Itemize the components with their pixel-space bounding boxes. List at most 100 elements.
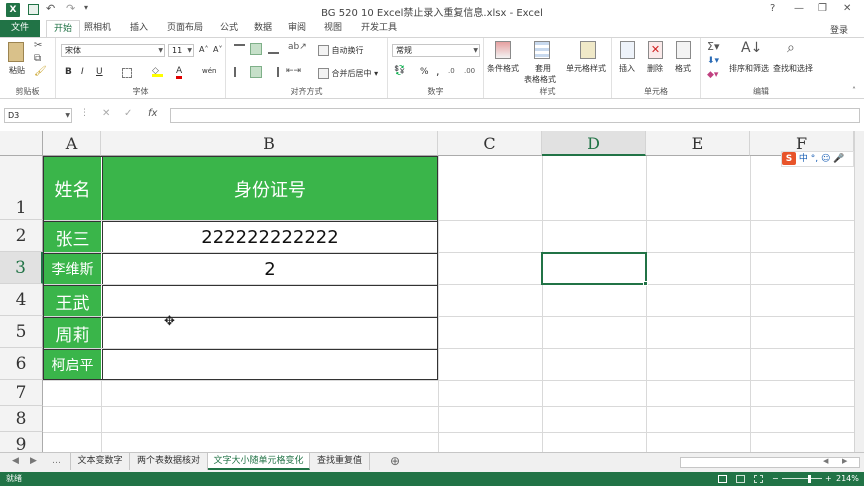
format-painter-icon[interactable]: 🖌 xyxy=(34,66,47,77)
bold-button[interactable]: B xyxy=(65,67,72,77)
id-cell[interactable]: 2 xyxy=(102,253,437,284)
font-size-select[interactable]: 11 ▼ xyxy=(168,44,194,57)
column-header-c[interactable]: C xyxy=(438,131,542,156)
increase-decimal-icon[interactable]: .0 xyxy=(448,67,455,75)
sign-in-link[interactable]: 登录 xyxy=(830,23,848,36)
paste-button[interactable]: 粘贴 xyxy=(9,65,25,76)
fill-icon[interactable]: ⬇▾ xyxy=(707,56,719,66)
undo-icon[interactable]: ↶ xyxy=(46,2,55,15)
format-table-button-line2[interactable]: 表格格式 xyxy=(524,74,556,85)
tab-review[interactable]: 审阅 xyxy=(284,20,310,37)
font-color-button[interactable]: A xyxy=(176,66,183,79)
tab-view[interactable]: 视图 xyxy=(320,20,346,37)
name-cell[interactable]: 周莉 xyxy=(44,317,101,348)
redo-icon[interactable]: ↷ xyxy=(66,2,75,15)
name-cell[interactable]: 李维斯 xyxy=(44,253,101,284)
font-name-select[interactable]: 宋体 ▼ xyxy=(61,44,165,57)
column-header-d[interactable]: D xyxy=(542,131,646,156)
sheet-tab[interactable]: 查找重复值 xyxy=(310,453,370,470)
id-cell[interactable] xyxy=(102,317,437,348)
italic-button[interactable]: I xyxy=(81,67,84,77)
currency-icon[interactable]: 💱 xyxy=(394,66,405,76)
name-box[interactable]: D3 ▼ xyxy=(4,108,72,123)
cell-styles-button[interactable]: 单元格样式 xyxy=(566,63,606,74)
merge-center-button[interactable]: 合并后居中 ▾ xyxy=(318,68,378,79)
insert-cells-button[interactable]: 插入 xyxy=(619,63,635,74)
paste-icon[interactable] xyxy=(8,42,24,62)
underline-button[interactable]: U xyxy=(96,67,103,77)
fill-handle[interactable] xyxy=(643,281,648,286)
ime-emoji-icon[interactable]: ☺ xyxy=(821,154,830,164)
name-cell[interactable]: 张三 xyxy=(44,221,101,252)
sheet-tab-active[interactable]: 文字大小随单元格变化 xyxy=(208,453,310,470)
orientation-icon[interactable]: ab↗ xyxy=(288,42,307,52)
collapse-ribbon-icon[interactable]: ˄ xyxy=(852,86,856,95)
align-left-icon[interactable] xyxy=(234,67,245,77)
decrease-decimal-icon[interactable]: .00 xyxy=(464,67,475,75)
scroll-right-icon[interactable]: ▶ xyxy=(842,457,847,465)
page-layout-view-icon[interactable] xyxy=(736,475,745,483)
tab-developer[interactable]: 开发工具 xyxy=(357,20,401,37)
confirm-entry-icon[interactable]: ✓ xyxy=(124,108,132,119)
comma-button[interactable]: , xyxy=(436,65,440,78)
id-cell[interactable]: 222222222222 xyxy=(102,221,437,252)
tab-home[interactable]: 开始 xyxy=(46,20,80,37)
row-header-9[interactable]: 9 xyxy=(0,432,43,452)
row-header-4[interactable]: 4 xyxy=(0,284,43,316)
restore-button[interactable]: ❐ xyxy=(818,3,827,14)
align-center-icon[interactable] xyxy=(250,66,262,78)
copy-icon[interactable]: ⧉ xyxy=(34,53,41,64)
zoom-slider[interactable] xyxy=(782,478,822,479)
name-cell[interactable]: 柯启平 xyxy=(44,349,101,379)
help-button[interactable]: ? xyxy=(770,3,775,14)
number-format-select[interactable]: 常规 ▼ xyxy=(392,44,480,57)
save-icon[interactable] xyxy=(28,4,39,15)
normal-view-icon[interactable] xyxy=(718,475,727,483)
phonetic-button[interactable]: wén xyxy=(202,67,216,75)
format-table-button[interactable]: 套用 xyxy=(535,63,551,74)
align-right-icon[interactable] xyxy=(268,67,279,77)
sheet-tab[interactable]: 文本变数字 xyxy=(70,453,130,470)
row-header-6[interactable]: 6 xyxy=(0,348,43,380)
cancel-entry-icon[interactable]: ✕ xyxy=(102,108,110,119)
cut-icon[interactable]: ✂ xyxy=(34,40,42,51)
row-header-7[interactable]: 7 xyxy=(0,380,43,406)
delete-cells-icon[interactable]: ✕ xyxy=(648,41,663,59)
tab-formulas[interactable]: 公式 xyxy=(216,20,242,37)
horizontal-scrollbar[interactable] xyxy=(680,457,860,468)
tab-custom-label[interactable]: 照相机 xyxy=(84,20,111,37)
row-header-2[interactable]: 2 xyxy=(0,220,43,252)
percent-button[interactable]: % xyxy=(420,67,429,77)
wrap-text-button[interactable]: 自动换行 xyxy=(318,45,364,56)
autosum-icon[interactable]: Σ▾ xyxy=(707,40,719,53)
column-header-e[interactable]: E xyxy=(646,131,750,156)
vertical-scrollbar[interactable] xyxy=(854,131,864,452)
align-bottom-icon[interactable] xyxy=(268,44,279,54)
header-cell-name[interactable]: 姓名 xyxy=(44,157,101,220)
conditional-format-icon[interactable] xyxy=(495,41,511,59)
delete-cells-button[interactable]: 删除 xyxy=(647,63,663,74)
worksheet-grid[interactable]: A B C D E F 1 2 3 4 5 6 7 8 9 姓名 身份证号 张三… xyxy=(0,131,864,452)
id-cell[interactable] xyxy=(102,349,437,379)
header-cell-id[interactable]: 身份证号 xyxy=(102,157,437,220)
indent-icon[interactable]: ⇤⇥ xyxy=(286,66,301,76)
minimize-button[interactable]: — xyxy=(794,3,804,14)
row-header-3[interactable]: 3 xyxy=(0,252,43,284)
formula-input[interactable] xyxy=(170,108,860,123)
selected-cell-d3[interactable] xyxy=(541,252,647,285)
conditional-format-button[interactable]: 条件格式 xyxy=(487,63,519,74)
quick-access-customize-icon[interactable]: ▾ xyxy=(84,3,88,12)
next-sheet-icon[interactable]: ▶ xyxy=(30,456,37,466)
row-header-8[interactable]: 8 xyxy=(0,406,43,432)
column-header-a[interactable]: A xyxy=(43,131,101,156)
fill-color-icon[interactable]: ◇ xyxy=(152,66,163,77)
align-top-icon[interactable] xyxy=(234,44,245,54)
ime-chinese-mode[interactable]: 中 xyxy=(799,154,808,164)
zoom-out-icon[interactable]: − xyxy=(772,472,779,486)
row-header-5[interactable]: 5 xyxy=(0,316,43,348)
sheet-overflow-icon[interactable]: … xyxy=(52,456,61,466)
ime-punctuation-icon[interactable]: °, xyxy=(811,154,818,164)
column-header-b[interactable]: B xyxy=(101,131,438,156)
sheet-tab[interactable]: 两个表数据核对 xyxy=(130,453,208,470)
prev-sheet-icon[interactable]: ◀ xyxy=(12,456,19,466)
